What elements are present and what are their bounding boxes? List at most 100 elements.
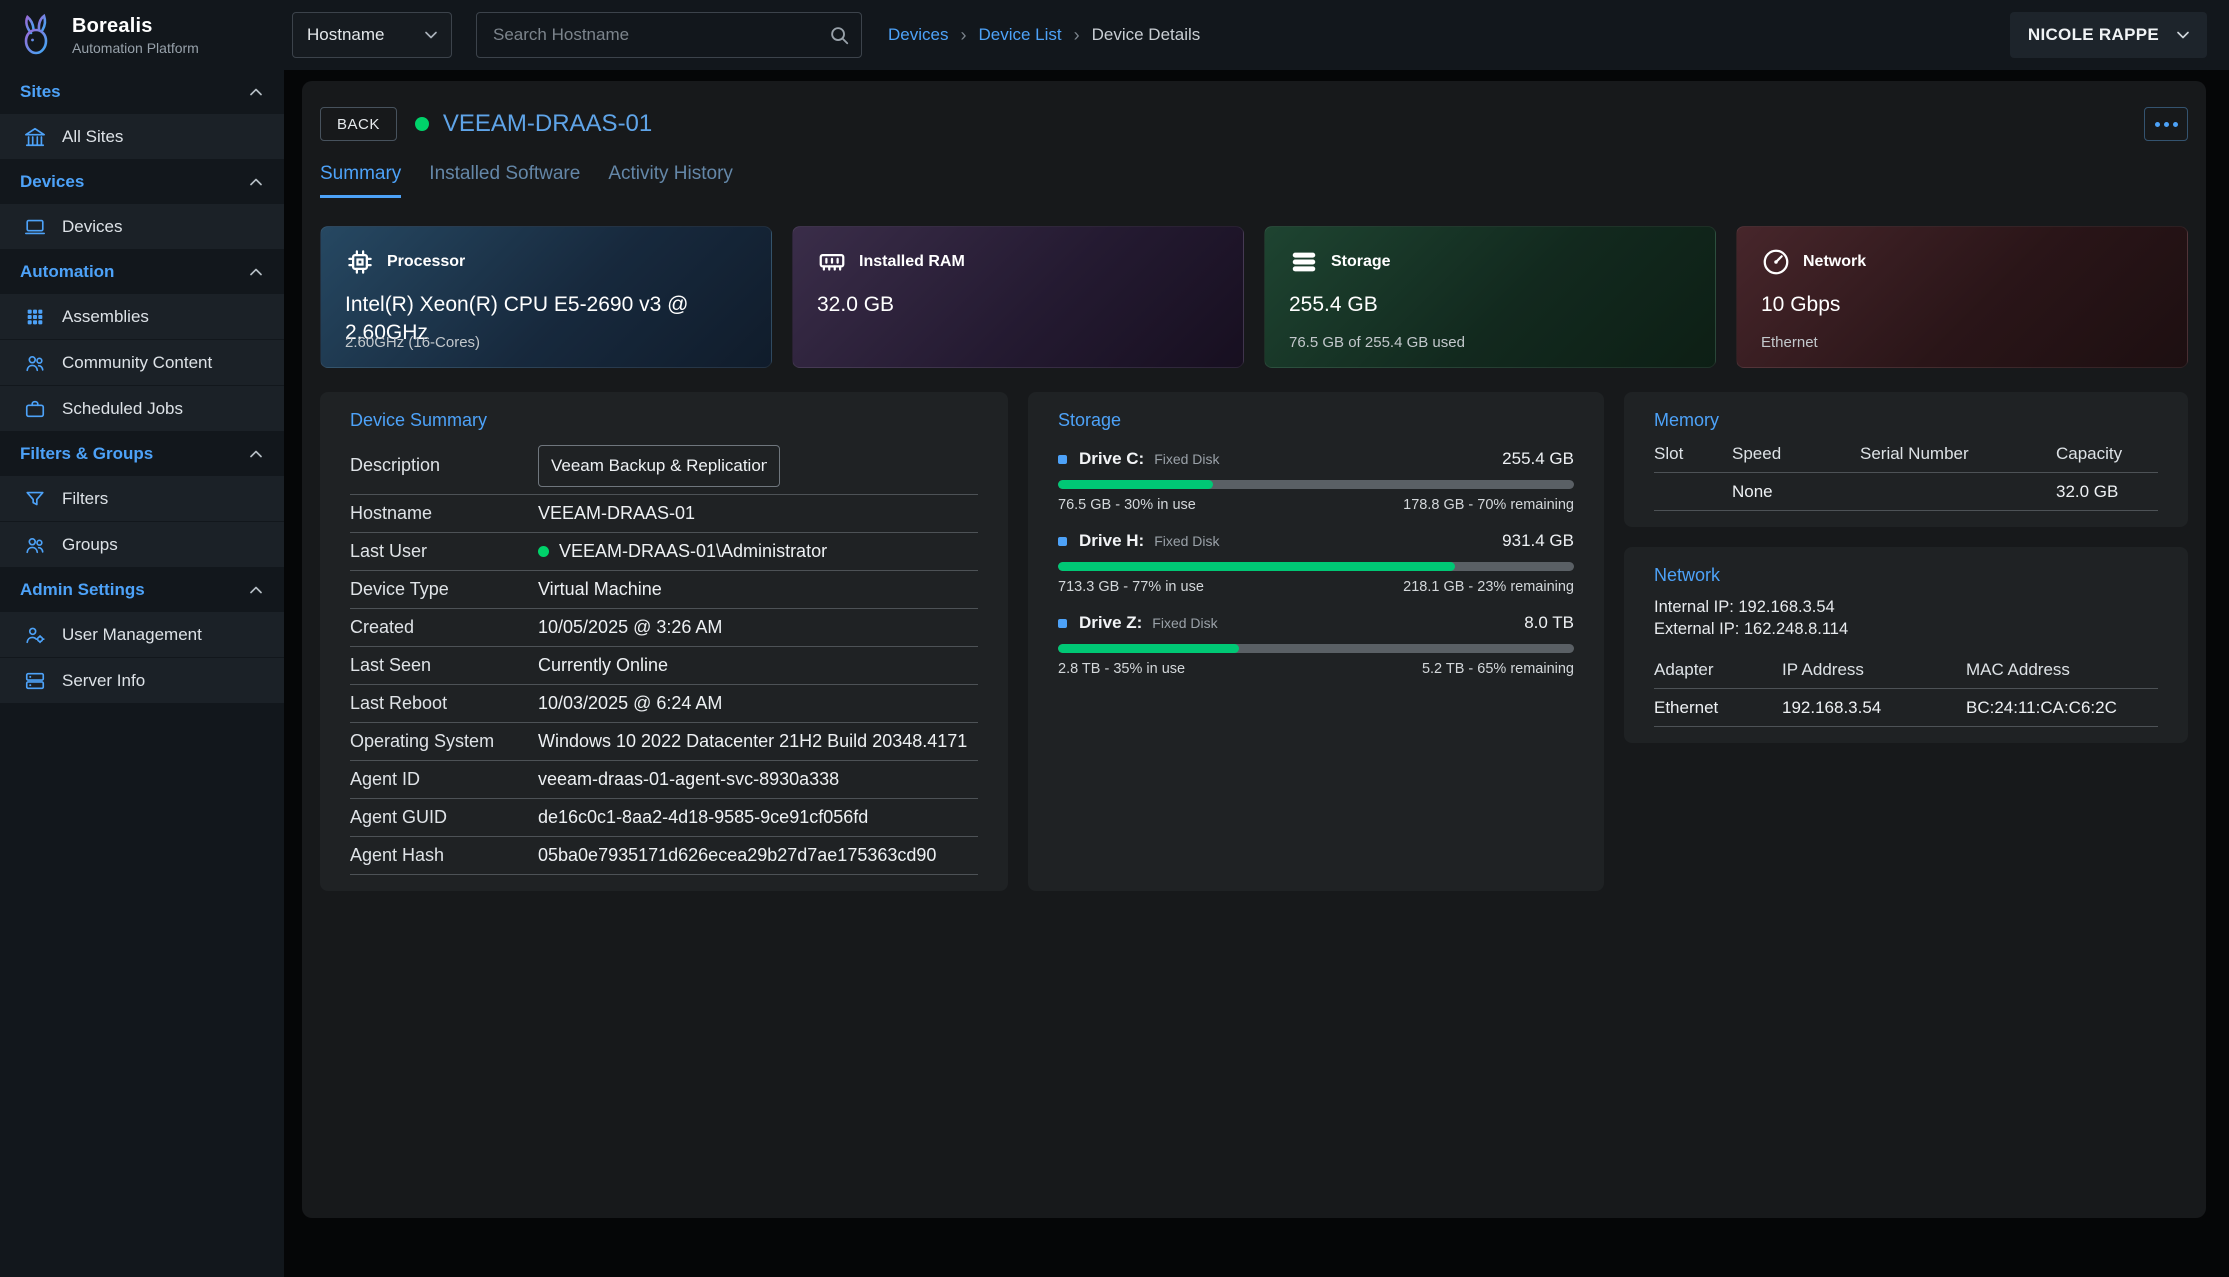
user-name: NICOLE RAPPE xyxy=(2028,25,2159,45)
sidebar-item-user-management[interactable]: User Management xyxy=(0,612,284,658)
table-header-row: Slot Speed Serial Number Capacity xyxy=(1654,435,2158,473)
sidebar-item-label: Assemblies xyxy=(62,307,149,327)
sidebar-section-devices[interactable]: Devices xyxy=(0,160,284,204)
stat-card-footer: 76.5 GB of 255.4 GB used xyxy=(1289,334,1465,351)
sidebar-item-all-sites[interactable]: All Sites xyxy=(0,114,284,160)
stat-card-label: Network xyxy=(1803,253,1866,271)
breadcrumb-link-device-list[interactable]: Device List xyxy=(978,25,1061,45)
external-ip: External IP: 162.248.8.114 xyxy=(1654,620,2158,639)
row-label: Hostname xyxy=(350,503,538,524)
stat-card-label: Processor xyxy=(387,253,465,271)
drive-size: 255.4 GB xyxy=(1502,449,1574,469)
sites-icon xyxy=(24,126,46,148)
panel-title: Storage xyxy=(1058,392,1574,431)
page-header: BACK VEEAM-DRAAS-01 xyxy=(320,107,2188,141)
row-label: Created xyxy=(350,617,538,638)
breadcrumb-current: Device Details xyxy=(1092,25,1201,45)
row-label: Description xyxy=(350,455,538,476)
sidebar-item-label: Groups xyxy=(62,535,118,555)
table-row: Device Type Virtual Machine xyxy=(350,571,978,609)
sidebar-item-label: User Management xyxy=(62,625,202,645)
tab-installed-software[interactable]: Installed Software xyxy=(429,163,580,198)
user-menu-button[interactable]: NICOLE RAPPE xyxy=(2010,12,2207,58)
table-row: None 32.0 GB xyxy=(1654,473,2158,511)
back-button[interactable]: BACK xyxy=(320,107,397,141)
chevron-up-icon xyxy=(246,172,266,192)
row-label: Agent Hash xyxy=(350,845,538,866)
drive-type: Fixed Disk xyxy=(1154,533,1219,549)
row-label: Agent GUID xyxy=(350,807,538,828)
sidebar-item-assemblies[interactable]: Assemblies xyxy=(0,294,284,340)
server-info-icon xyxy=(24,670,46,692)
tab-activity-history[interactable]: Activity History xyxy=(608,163,733,198)
breadcrumb-link-devices[interactable]: Devices xyxy=(888,25,948,45)
section-label: Devices xyxy=(20,172,84,192)
table-row: Operating System Windows 10 2022 Datacen… xyxy=(350,723,978,761)
drive-remaining: 5.2 TB - 65% remaining xyxy=(1422,661,1574,677)
stat-card-label: Installed RAM xyxy=(859,253,965,271)
description-input[interactable] xyxy=(538,445,780,487)
table-row: Last Seen Currently Online xyxy=(350,647,978,685)
row-value: Currently Online xyxy=(538,655,668,676)
sidebar-section-admin-settings[interactable]: Admin Settings xyxy=(0,568,284,612)
online-dot xyxy=(538,546,549,557)
more-options-button[interactable] xyxy=(2144,107,2188,141)
sidebar-item-groups[interactable]: Groups xyxy=(0,522,284,568)
search-input[interactable] xyxy=(476,12,862,58)
brand[interactable]: Borealis Automation Platform xyxy=(0,11,284,59)
stat-card-value: 32.0 GB xyxy=(817,291,1219,319)
sidebar-item-devices[interactable]: Devices xyxy=(0,204,284,250)
drive-icon xyxy=(1058,537,1067,546)
stat-card-label: Storage xyxy=(1331,253,1391,271)
chevron-down-icon xyxy=(2173,25,2193,45)
sidebar-item-community-content[interactable]: Community Content xyxy=(0,340,284,386)
memory-panel: Memory Slot Speed Serial Number Capacity… xyxy=(1624,392,2188,527)
stat-card-value: 10 Gbps xyxy=(1761,291,2163,319)
breadcrumb-separator: › xyxy=(1074,25,1080,46)
network-table: Adapter IP Address MAC Address Ethernet … xyxy=(1654,651,2158,727)
table-header-row: Adapter IP Address MAC Address xyxy=(1654,651,2158,689)
row-label: Last Reboot xyxy=(350,693,538,714)
drive-used: 713.3 GB - 77% in use xyxy=(1058,579,1204,595)
topbar: Borealis Automation Platform Hostname De… xyxy=(0,0,2229,70)
sidebar-item-label: All Sites xyxy=(62,127,123,147)
brand-name: Borealis xyxy=(72,15,199,38)
scheduled-jobs-icon xyxy=(24,398,46,420)
hostname-filter-select[interactable]: Hostname xyxy=(292,12,452,58)
stat-card-processor: Processor Intel(R) Xeon(R) CPU E5-2690 v… xyxy=(320,226,772,368)
stat-card-network: Network 10 Gbps Ethernet xyxy=(1736,226,2188,368)
sidebar-section-sites[interactable]: Sites xyxy=(0,70,284,114)
sidebar-item-filters[interactable]: Filters xyxy=(0,476,284,522)
sidebar-section-filters-groups[interactable]: Filters & Groups xyxy=(0,432,284,476)
table-row: Last User VEEAM-DRAAS-01\Administrator xyxy=(350,533,978,571)
groups-icon xyxy=(24,534,46,556)
table-row: Last Reboot 10/03/2025 @ 6:24 AM xyxy=(350,685,978,723)
row-value: VEEAM-DRAAS-01 xyxy=(538,503,695,524)
drive-usage-bar xyxy=(1058,644,1574,653)
right-column: Memory Slot Speed Serial Number Capacity… xyxy=(1624,392,2188,891)
tab-summary[interactable]: Summary xyxy=(320,163,401,198)
drive-name: Drive H: xyxy=(1079,531,1144,551)
device-online-dot xyxy=(415,117,429,131)
community-content-icon xyxy=(24,352,46,374)
sidebar-item-label: Scheduled Jobs xyxy=(62,399,183,419)
table-row: Ethernet 192.168.3.54 BC:24:11:CA:C6:2C xyxy=(1654,689,2158,727)
sidebar-item-server-info[interactable]: Server Info xyxy=(0,658,284,704)
chevron-up-icon xyxy=(246,82,266,102)
row-label: Device Type xyxy=(350,579,538,600)
stat-card-footer: 2.60GHz (16-Cores) xyxy=(345,334,480,351)
drive-usage-bar xyxy=(1058,480,1574,489)
drive-row: Drive C: Fixed Disk 255.4 GB 76.5 GB - 3… xyxy=(1058,449,1574,513)
row-label: Last User xyxy=(350,541,538,562)
stat-card-storage: Storage 255.4 GB 76.5 GB of 255.4 GB use… xyxy=(1264,226,1716,368)
more-options-icon xyxy=(2155,122,2160,127)
sidebar-item-scheduled-jobs[interactable]: Scheduled Jobs xyxy=(0,386,284,432)
stat-card-installed-ram: Installed RAM 32.0 GB xyxy=(792,226,1244,368)
storage-panel: Storage Drive C: Fixed Disk 255.4 GB 76.… xyxy=(1028,392,1604,891)
sidebar-item-label: Filters xyxy=(62,489,108,509)
search-icon xyxy=(828,24,850,46)
sidebar-section-automation[interactable]: Automation xyxy=(0,250,284,294)
sidebar-item-label: Server Info xyxy=(62,671,145,691)
panel-title: Device Summary xyxy=(350,392,978,431)
row-label: Operating System xyxy=(350,731,538,752)
